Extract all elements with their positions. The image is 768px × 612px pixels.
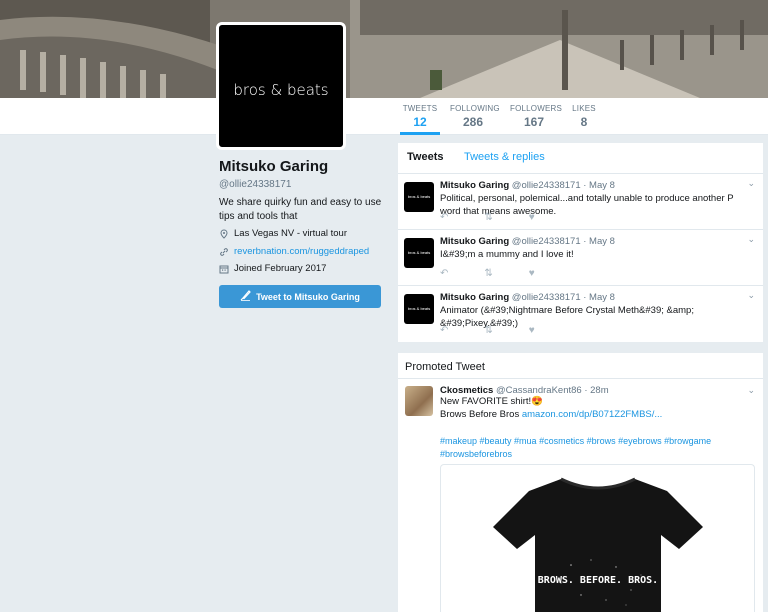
tab-tweets-and-replies[interactable]: Tweets & replies <box>464 151 545 163</box>
tab-tweets[interactable]: Tweets <box>407 151 443 163</box>
stat-following[interactable]: FOLLOWING 286 <box>450 104 500 129</box>
tweet-date[interactable]: · May 8 <box>583 180 615 191</box>
profile-location-text: Las Vegas NV - virtual tour <box>234 228 347 239</box>
divider <box>398 378 763 379</box>
tweet-header: Mitsuko Garing @ollie24338171 · May 8 <box>440 292 615 303</box>
retweet-icon[interactable]: ⇅ <box>484 325 492 336</box>
stat-likes-count: 8 <box>580 115 588 129</box>
link-icon <box>219 247 229 257</box>
tweet-author-name[interactable]: Mitsuko Garing <box>440 236 509 247</box>
tweet-date[interactable]: · May 8 <box>583 236 615 247</box>
stat-tweets-count: 12 <box>413 115 427 129</box>
reply-icon[interactable]: ↶ <box>440 212 448 223</box>
profile-avatar[interactable]: bros & beats <box>216 22 346 150</box>
promoted-tweet-title: Promoted Tweet <box>405 361 485 373</box>
retweet-icon[interactable]: ⇅ <box>484 212 492 223</box>
heart-icon[interactable]: ♥ <box>529 212 535 223</box>
heart-icon[interactable]: ♥ <box>529 325 535 336</box>
tweet-actions: ↶ ⇅ ♥ <box>440 212 535 223</box>
tweet-avatar[interactable]: bros & beats <box>404 238 434 268</box>
shirt-print-text: BROWS. BEFORE. BROS. <box>538 575 658 586</box>
timeline: Tweets Tweets & replies bros & beats Mit… <box>398 143 763 342</box>
tweet-item[interactable]: bros & beats Mitsuko Garing @ollie243381… <box>398 286 763 342</box>
tweet-date[interactable]: · May 8 <box>583 292 615 303</box>
promoted-text-line1: New FAVORITE shirt!😍 <box>440 396 543 407</box>
profile-website[interactable]: reverbnation.com/ruggeddraped <box>219 246 369 257</box>
tweet-author-handle[interactable]: @ollie24338171 <box>512 180 581 191</box>
promoted-time[interactable]: · 28m <box>584 385 608 396</box>
promoted-author-name[interactable]: Ckosmetics <box>440 385 493 396</box>
profile-joined-text: Joined February 2017 <box>234 263 327 274</box>
reply-icon[interactable]: ↶ <box>440 268 448 279</box>
tweet-header: Mitsuko Garing @ollie24338171 · May 8 <box>440 180 615 191</box>
promoted-author-handle[interactable]: @CassandraKent86 <box>496 385 582 396</box>
retweet-icon[interactable]: ⇅ <box>484 268 492 279</box>
tweet-avatar-text: bros & beats <box>407 306 431 311</box>
stat-likes[interactable]: LIKES 8 <box>570 104 598 129</box>
tweet-avatar[interactable]: bros & beats <box>404 294 434 324</box>
profile-bio: We share quirky fun and easy to use tips… <box>219 197 382 222</box>
promoted-media-image[interactable]: BROWS. BEFORE. BROS. <box>440 464 755 612</box>
tweet-author-handle[interactable]: @ollie24338171 <box>512 292 581 303</box>
stat-following-count: 286 <box>462 115 484 129</box>
stat-followers[interactable]: FOLLOWERS 167 <box>510 104 563 129</box>
caret-down-icon[interactable]: ⌄ <box>747 290 755 301</box>
stat-tweets[interactable]: TWEETS 12 <box>400 104 440 135</box>
heart-icon[interactable]: ♥ <box>529 268 535 279</box>
promoted-link[interactable]: amazon.com/dp/B071Z2FMBS/... <box>522 409 662 420</box>
tweet-avatar-text: bros & beats <box>407 194 431 199</box>
promoted-text-line2: Brows Before Bros amazon.com/dp/B071Z2FM… <box>440 409 662 421</box>
avatar-logo-text: bros & beats <box>233 81 329 99</box>
profile-handle[interactable]: @ollie24338171 <box>219 179 291 190</box>
calendar-icon <box>219 264 229 274</box>
tweet-author-handle[interactable]: @ollie24338171 <box>512 236 581 247</box>
tweet-to-button[interactable]: Tweet to Mitsuko Garing <box>219 285 381 308</box>
profile-joined: Joined February 2017 <box>219 263 326 274</box>
caret-down-icon[interactable]: ⌄ <box>747 178 755 189</box>
location-icon <box>219 228 229 239</box>
stat-following-label: FOLLOWING <box>450 104 500 113</box>
promoted-header: Ckosmetics @CassandraKent86 · 28m <box>440 385 609 396</box>
promoted-avatar[interactable] <box>405 386 433 416</box>
quill-icon <box>240 290 251 303</box>
profile-location: Las Vegas NV - virtual tour <box>219 228 347 239</box>
profile-name[interactable]: Mitsuko Garing <box>219 158 328 175</box>
tweet-header: Mitsuko Garing @ollie24338171 · May 8 <box>440 236 615 247</box>
tweet-text: I&#39;m a mummy and I love it! <box>440 249 574 260</box>
timeline-tabs: Tweets Tweets & replies <box>398 143 763 174</box>
tweet-to-label: Tweet to Mitsuko Garing <box>256 291 360 302</box>
tweet-avatar-text: bros & beats <box>407 250 431 255</box>
header-banner-image <box>0 0 768 98</box>
stat-followers-label: FOLLOWERS <box>510 104 563 113</box>
promoted-hashtags[interactable]: #makeup #beauty #mua #cosmetics #brows #… <box>440 435 740 461</box>
tweet-item[interactable]: bros & beats Mitsuko Garing @ollie243381… <box>398 174 763 230</box>
promoted-tweet-card: Promoted Tweet Ckosmetics @CassandraKent… <box>398 353 763 612</box>
profile-nav-bar: TWEETS 12 FOLLOWING 286 FOLLOWERS 167 LI… <box>0 98 768 135</box>
caret-down-icon[interactable]: ⌄ <box>747 385 755 396</box>
caret-down-icon[interactable]: ⌄ <box>747 234 755 245</box>
tweet-item[interactable]: bros & beats Mitsuko Garing @ollie243381… <box>398 230 763 286</box>
tweet-author-name[interactable]: Mitsuko Garing <box>440 292 509 303</box>
tweet-author-name[interactable]: Mitsuko Garing <box>440 180 509 191</box>
profile-website-link[interactable]: reverbnation.com/ruggeddraped <box>234 246 369 257</box>
reply-icon[interactable]: ↶ <box>440 325 448 336</box>
tweet-actions: ↶ ⇅ ♥ <box>440 268 535 279</box>
tweet-avatar[interactable]: bros & beats <box>404 182 434 212</box>
tweet-actions: ↶ ⇅ ♥ <box>440 325 535 336</box>
stat-likes-label: LIKES <box>572 104 596 113</box>
stat-followers-count: 167 <box>523 115 545 129</box>
promoted-text: Brows Before Bros <box>440 409 522 420</box>
stat-tweets-label: TWEETS <box>402 104 438 113</box>
